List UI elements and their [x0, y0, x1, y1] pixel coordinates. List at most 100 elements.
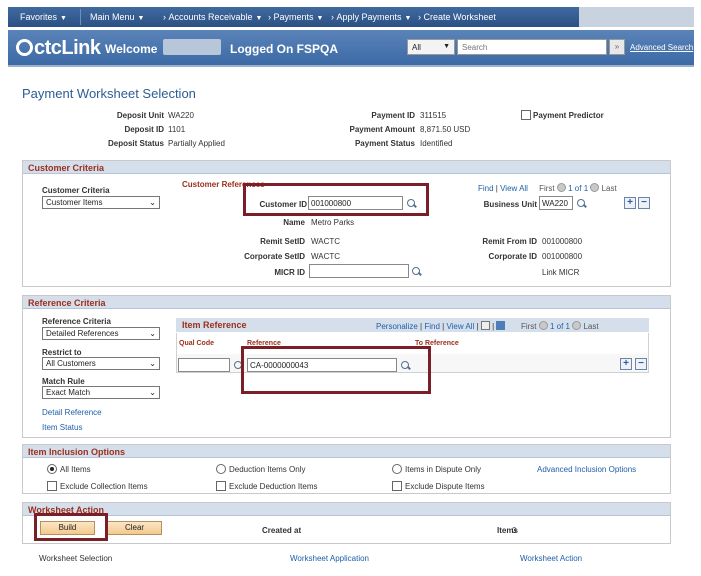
item-reference-title: Item Reference — [182, 320, 247, 330]
customer-criteria-label: Customer Criteria — [42, 186, 110, 195]
customer-references-nav: Find | View All First 1 of 1 Last — [478, 183, 617, 193]
nav-right-tab — [579, 7, 694, 27]
main-menu[interactable]: Main Menu ▼ — [90, 12, 144, 22]
match-rule-value: Exact Match — [46, 388, 91, 397]
corporate-setid-label: Corporate SetID — [244, 252, 305, 261]
download-excel-icon[interactable] — [496, 321, 506, 330]
chevron-down-icon: ▼ — [443, 43, 450, 50]
breadcrumb-label: Apply Payments — [336, 12, 402, 22]
exclude-dispute-items-label: Exclude Dispute Items — [405, 482, 485, 491]
name-label: Name — [283, 218, 305, 227]
breadcrumb-create-worksheet[interactable]: › Create Worksheet — [418, 12, 496, 22]
search-input[interactable] — [457, 39, 607, 55]
chevron-down-icon: ▼ — [255, 15, 263, 22]
exclude-collection-items-checkbox[interactable] — [47, 481, 57, 491]
nav-divider — [80, 9, 81, 25]
payment-status-value: Identified — [420, 139, 453, 148]
business-unit-input[interactable] — [539, 196, 573, 210]
pager-text: 1 of 1 — [549, 322, 570, 331]
remit-from-id-label: Remit From ID — [482, 237, 537, 246]
all-items-label: All Items — [60, 465, 91, 474]
chevron-down-icon: ⌄ — [149, 388, 156, 397]
chevron-down-icon: ⌄ — [149, 198, 156, 207]
advanced-inclusion-options-link[interactable]: Advanced Inclusion Options — [537, 465, 636, 474]
restrict-to-select[interactable]: All Customers ⌄ — [42, 357, 160, 370]
first-label: First — [539, 184, 555, 193]
clear-button[interactable]: Clear — [107, 521, 162, 535]
breadcrumb-label: Accounts Receivable — [168, 12, 253, 22]
items-in-dispute-only-radio[interactable] — [392, 464, 402, 474]
previous-icon[interactable] — [556, 183, 566, 192]
deposit-status-value: Partially Applied — [168, 139, 225, 148]
payment-amount-number: 8,871.50 — [420, 125, 452, 134]
find-link[interactable]: Find — [424, 322, 440, 331]
reference-highlight-box — [241, 346, 431, 394]
item-status-link[interactable]: Item Status — [42, 423, 82, 432]
reference-criteria-select[interactable]: Detailed References ⌄ — [42, 327, 160, 340]
items-value: 0 — [512, 526, 517, 535]
restrict-to-label: Restrict to — [42, 348, 82, 357]
detail-reference-link[interactable]: Detail Reference — [42, 408, 102, 417]
breadcrumb-payments[interactable]: › Payments ▼ — [268, 12, 323, 22]
view-all-link[interactable]: View All — [446, 322, 474, 331]
exclude-dispute-items-checkbox[interactable] — [392, 481, 402, 491]
delete-row-button[interactable]: − — [635, 358, 647, 370]
delete-row-button[interactable]: − — [638, 197, 650, 209]
deposit-id-label: Deposit ID — [124, 125, 164, 134]
next-icon[interactable] — [590, 183, 600, 192]
last-label: Last — [583, 322, 599, 331]
customer-criteria-select[interactable]: Customer Items ⌄ — [42, 196, 160, 209]
exclude-deduction-items-checkbox[interactable] — [216, 481, 226, 491]
first-label: First — [520, 322, 537, 331]
logged-on-text: Logged On FSPQA — [230, 42, 338, 56]
add-row-button[interactable]: + — [624, 197, 636, 209]
worksheet-action-link[interactable]: Worksheet Action — [520, 554, 582, 563]
view-all-link[interactable]: View All — [500, 184, 528, 193]
business-unit-lookup-icon[interactable] — [576, 198, 587, 209]
corporate-setid-value: WACTC — [311, 252, 341, 261]
search-go-button[interactable]: » — [609, 39, 625, 55]
created-at-label: Created at — [262, 526, 302, 535]
welcome-text: Welcome — [105, 42, 158, 56]
breadcrumb-label: Create Worksheet — [423, 12, 496, 22]
exclude-deduction-items-label: Exclude Deduction Items — [229, 482, 318, 491]
favorites-menu[interactable]: Favorites ▼ — [20, 12, 67, 22]
advanced-search-link[interactable]: Advanced Search — [630, 43, 693, 52]
previous-icon[interactable] — [538, 321, 548, 330]
breadcrumb-accounts-receivable[interactable]: › Accounts Receivable ▼ — [163, 12, 262, 22]
build-highlight-box — [34, 513, 108, 541]
exclude-collection-items-label: Exclude Collection Items — [60, 482, 148, 491]
logo-mark-icon — [16, 39, 33, 56]
qual-code-input[interactable] — [178, 358, 230, 372]
personalize-link[interactable]: Personalize — [376, 322, 418, 331]
item-inclusion-header: Item Inclusion Options — [23, 445, 670, 458]
item-reference-nav: Personalize | Find | View All | | First … — [376, 321, 599, 331]
top-navigation-bar: Favorites ▼ Main Menu ▼ › Accounts Receiva… — [8, 7, 694, 27]
name-value: Metro Parks — [311, 218, 355, 227]
micr-id-input[interactable] — [309, 264, 409, 278]
add-row-button[interactable]: + — [620, 358, 632, 370]
reference-criteria-value: Detailed References — [46, 329, 119, 338]
deduction-items-only-radio[interactable] — [216, 464, 226, 474]
next-icon[interactable] — [572, 321, 582, 330]
worksheet-application-link[interactable]: Worksheet Application — [290, 554, 369, 563]
micr-id-label: MICR ID — [274, 268, 305, 277]
zoom-grid-icon[interactable] — [480, 321, 490, 330]
deposit-status-label: Deposit Status — [107, 139, 164, 148]
deposit-id-value: 1101 — [168, 125, 186, 134]
all-items-radio[interactable] — [47, 464, 57, 474]
chevron-down-icon: ▼ — [137, 15, 145, 22]
customer-id-highlight-box — [243, 183, 429, 216]
items-in-dispute-only-label: Items in Dispute Only — [405, 465, 482, 474]
micr-id-lookup-icon[interactable] — [411, 266, 422, 277]
find-link[interactable]: Find — [478, 184, 494, 193]
payment-predictor-checkbox[interactable] — [521, 110, 531, 120]
payment-currency: USD — [453, 125, 471, 134]
match-rule-select[interactable]: Exact Match ⌄ — [42, 386, 160, 399]
remit-from-id-value: 001000800 — [542, 237, 583, 246]
main-menu-label: Main Menu — [90, 12, 135, 22]
business-unit-label: Business Unit — [483, 200, 537, 209]
breadcrumb-apply-payments[interactable]: › Apply Payments ▼ — [331, 12, 411, 22]
favorites-label: Favorites — [20, 12, 58, 22]
search-scope-select[interactable]: All ▼ — [407, 39, 455, 55]
